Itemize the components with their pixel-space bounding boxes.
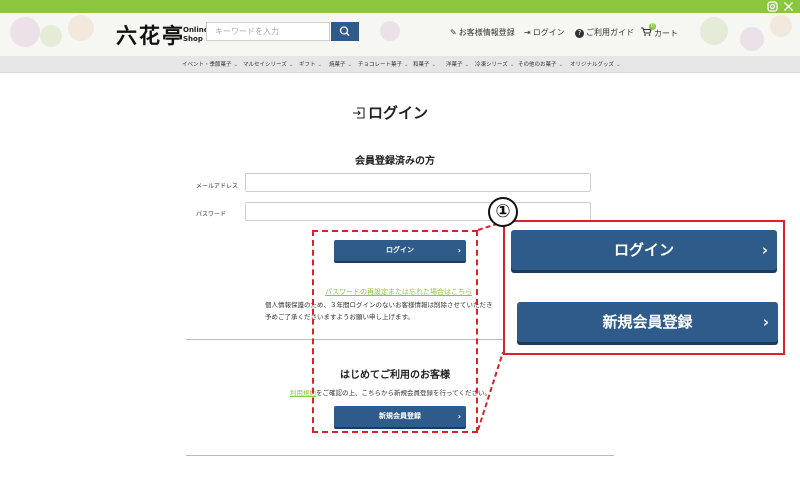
nav-item-other[interactable]: その他のお菓子 ⌄ — [518, 60, 563, 68]
members-section-title: 会員登録済みの方 — [355, 156, 435, 167]
chevron-down-icon: ⌄ — [317, 62, 323, 68]
chevron-down-icon: ⌄ — [288, 62, 294, 68]
chevron-down-icon: ⌄ — [404, 62, 409, 68]
nav-item-chocolate[interactable]: チョコレート菓子 ⌄ — [358, 60, 409, 68]
search-input[interactable] — [206, 22, 330, 41]
x-icon[interactable] — [783, 1, 794, 12]
chevron-down-icon: ⌄ — [616, 62, 621, 68]
chevron-right-icon: › — [761, 241, 768, 259]
edit-icon: ✎ — [450, 28, 457, 37]
nav-item-marusei[interactable]: マルセイシリーズ ⌄ — [243, 60, 293, 68]
cart-count-badge: 0 — [649, 23, 656, 30]
callout-login-label: ログイン — [613, 241, 674, 259]
highlight-dashed-box — [312, 230, 478, 433]
email-field[interactable] — [245, 173, 591, 192]
nav-item-western[interactable]: 洋菓子 ⌄ — [446, 60, 469, 68]
step-number-badge: ① — [488, 197, 518, 227]
page-title: ログイン — [368, 104, 429, 122]
nav-item-label: イベント・季節菓子 — [182, 62, 232, 68]
nav-item-label: 焼菓子 — [329, 62, 346, 68]
header-login-label: ログイン — [532, 28, 565, 37]
callout-register-label: 新規会員登録 — [602, 313, 693, 331]
chevron-down-icon: ⌄ — [347, 62, 353, 68]
nav-item-label: チョコレート菓子 — [358, 62, 403, 68]
chevron-down-icon: ⌄ — [233, 62, 239, 68]
nav-item-label: その他のお菓子 — [518, 62, 557, 68]
callout-register-button[interactable]: 新規会員登録 › — [517, 302, 778, 342]
bottom-divider — [186, 455, 614, 456]
chevron-right-icon: › — [762, 313, 769, 331]
nav-item-goods[interactable]: オリジナルグッズ ⌄ — [570, 60, 621, 68]
chevron-down-icon: ⌄ — [431, 62, 437, 68]
logo-subtitle: Online Shop — [183, 26, 208, 44]
help-icon: ? — [575, 29, 584, 38]
nav-item-label: 冷凍シリーズ — [475, 62, 508, 68]
logo-subtitle-line2: Shop — [183, 35, 203, 43]
logo-subtitle-line1: Online — [183, 26, 209, 34]
password-label: パスワード — [196, 211, 227, 218]
instagram-icon[interactable] — [767, 1, 778, 12]
guide-link[interactable]: ? ご利用ガイド — [575, 27, 634, 38]
nav-item-event[interactable]: イベント・季節菓子 ⌄ — [182, 60, 238, 68]
top-bar — [0, 0, 800, 13]
chevron-down-icon: ⌄ — [509, 62, 515, 68]
nav-item-label: マルセイシリーズ — [243, 62, 287, 68]
login-icon — [352, 105, 366, 124]
nav-item-frozen[interactable]: 冷凍シリーズ ⌄ — [475, 60, 514, 68]
nav-item-gift[interactable]: ギフト ⌄ — [299, 60, 322, 68]
search-button[interactable] — [331, 22, 359, 41]
chevron-down-icon: ⌄ — [464, 62, 470, 68]
nav-item-label: ギフト — [299, 62, 316, 68]
email-label: メールアドレス — [196, 183, 239, 190]
site-logo[interactable]: 六花亭 — [116, 20, 185, 50]
nav-item-baked[interactable]: 焼菓子 ⌄ — [329, 60, 352, 68]
chevron-down-icon: ⌄ — [558, 62, 564, 68]
header-login-link[interactable]: ⇥ ログイン — [524, 27, 565, 38]
nav-item-japanese[interactable]: 和菓子 ⌄ — [413, 60, 436, 68]
login-icon: ⇥ — [524, 28, 531, 37]
guide-label: ご利用ガイド — [586, 28, 634, 37]
callout-login-button[interactable]: ログイン › — [511, 230, 777, 270]
cart-link[interactable]: カート — [641, 27, 678, 39]
nav-item-label: 洋菓子 — [446, 62, 463, 68]
nav-item-label: 和菓子 — [413, 62, 430, 68]
register-info-link[interactable]: ✎ お客様情報登録 — [450, 27, 515, 38]
nav-item-label: オリジナルグッズ — [570, 62, 615, 68]
password-field[interactable] — [245, 202, 591, 221]
register-info-label: お客様情報登録 — [458, 28, 515, 37]
search-icon — [339, 26, 350, 36]
cart-label: カート — [654, 29, 678, 38]
